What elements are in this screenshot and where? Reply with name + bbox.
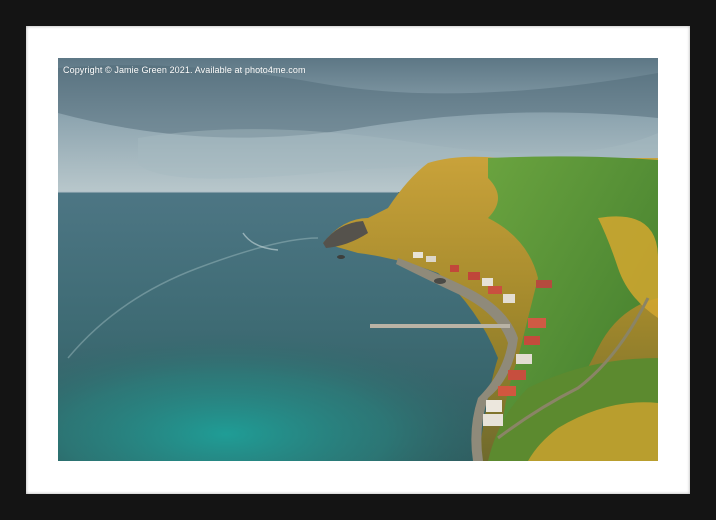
harbour-pier [370,324,510,328]
landscape-illustration [58,58,658,461]
coastal-village-photo: Copyright © Jamie Green 2021. Available … [58,58,658,461]
copyright-watermark: Copyright © Jamie Green 2021. Available … [63,65,306,75]
sea-rock [434,278,446,284]
sea-rock [337,255,345,259]
